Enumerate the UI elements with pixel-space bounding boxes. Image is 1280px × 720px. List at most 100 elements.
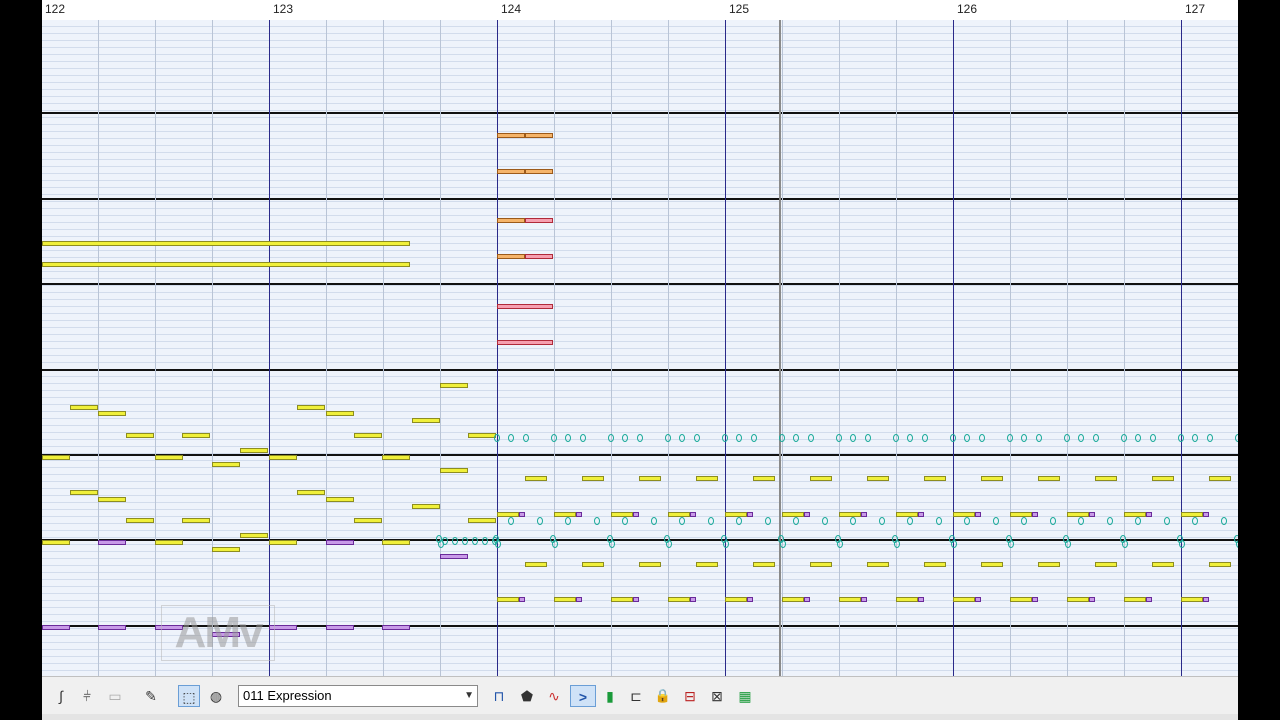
note-block[interactable] bbox=[975, 512, 981, 517]
note-block[interactable] bbox=[240, 533, 268, 538]
note-block[interactable] bbox=[611, 512, 633, 517]
note-block[interactable] bbox=[839, 597, 861, 602]
note-block[interactable] bbox=[918, 512, 924, 517]
expression-event[interactable] bbox=[637, 434, 643, 442]
expression-event[interactable] bbox=[950, 434, 956, 442]
expression-event[interactable] bbox=[765, 517, 771, 525]
note-block[interactable] bbox=[1124, 512, 1146, 517]
note-block[interactable] bbox=[297, 405, 325, 410]
note-block[interactable] bbox=[896, 597, 918, 602]
expression-event[interactable] bbox=[452, 537, 458, 545]
note-block[interactable] bbox=[576, 597, 582, 602]
expression-event[interactable] bbox=[1192, 517, 1198, 525]
expression-event[interactable] bbox=[666, 540, 672, 548]
note-block[interactable] bbox=[382, 625, 410, 630]
expression-event[interactable] bbox=[907, 434, 913, 442]
expression-event[interactable] bbox=[462, 537, 468, 545]
note-block[interactable] bbox=[1124, 597, 1146, 602]
expression-event[interactable] bbox=[780, 540, 786, 548]
note-block[interactable] bbox=[782, 512, 804, 517]
note-block[interactable] bbox=[519, 512, 525, 517]
expression-event[interactable] bbox=[736, 434, 742, 442]
note-block[interactable] bbox=[810, 562, 832, 567]
note-block[interactable] bbox=[981, 562, 1003, 567]
expression-event[interactable] bbox=[1179, 540, 1185, 548]
expression-event[interactable] bbox=[1150, 434, 1156, 442]
note-block[interactable] bbox=[1032, 512, 1038, 517]
expression-event[interactable] bbox=[622, 434, 628, 442]
note-block[interactable] bbox=[326, 540, 354, 545]
expression-event[interactable] bbox=[608, 434, 614, 442]
expression-event[interactable] bbox=[551, 434, 557, 442]
expression-event[interactable] bbox=[850, 517, 856, 525]
expression-event[interactable] bbox=[993, 517, 999, 525]
note-block[interactable] bbox=[1095, 562, 1117, 567]
note-block[interactable] bbox=[1010, 512, 1032, 517]
expression-event[interactable] bbox=[1192, 434, 1198, 442]
note-block[interactable] bbox=[668, 512, 690, 517]
note-block[interactable] bbox=[690, 512, 696, 517]
note-block[interactable] bbox=[42, 262, 410, 267]
note-block[interactable] bbox=[867, 562, 889, 567]
expression-event[interactable] bbox=[1135, 434, 1141, 442]
note-block[interactable] bbox=[382, 455, 410, 460]
note-block[interactable] bbox=[382, 540, 410, 545]
note-grid[interactable] bbox=[42, 20, 1238, 676]
expression-event[interactable] bbox=[1107, 517, 1113, 525]
note-block[interactable] bbox=[668, 597, 690, 602]
note-block[interactable] bbox=[412, 418, 440, 423]
mixer-icon[interactable]: ▦ bbox=[734, 685, 756, 707]
expression-event[interactable] bbox=[907, 517, 913, 525]
note-block[interactable] bbox=[804, 512, 810, 517]
expression-event[interactable] bbox=[736, 517, 742, 525]
expression-event[interactable] bbox=[494, 434, 500, 442]
expression-event[interactable] bbox=[1093, 434, 1099, 442]
expression-event[interactable] bbox=[822, 517, 828, 525]
note-block[interactable] bbox=[1038, 562, 1060, 567]
expression-event[interactable] bbox=[492, 537, 498, 545]
note-block[interactable] bbox=[867, 476, 889, 481]
stamp-tool-icon[interactable]: ⬟ bbox=[516, 685, 538, 707]
note-block[interactable] bbox=[753, 562, 775, 567]
note-block[interactable] bbox=[326, 625, 354, 630]
note-block[interactable] bbox=[497, 169, 525, 174]
expression-event[interactable] bbox=[1036, 434, 1042, 442]
expression-event[interactable] bbox=[879, 517, 885, 525]
expression-event[interactable] bbox=[622, 517, 628, 525]
expression-event[interactable] bbox=[508, 434, 514, 442]
note-block[interactable] bbox=[1152, 476, 1174, 481]
note-block[interactable] bbox=[554, 597, 576, 602]
note-block[interactable] bbox=[155, 455, 183, 460]
expression-event[interactable] bbox=[964, 517, 970, 525]
note-block[interactable] bbox=[639, 562, 661, 567]
note-block[interactable] bbox=[525, 254, 553, 259]
note-block[interactable] bbox=[269, 455, 297, 460]
note-block[interactable] bbox=[98, 625, 126, 630]
note-block[interactable] bbox=[953, 512, 975, 517]
note-block[interactable] bbox=[782, 597, 804, 602]
expression-event[interactable] bbox=[1078, 517, 1084, 525]
smart-pencil-icon[interactable]: ✎ bbox=[140, 685, 162, 707]
note-block[interactable] bbox=[696, 562, 718, 567]
note-block[interactable] bbox=[42, 625, 70, 630]
note-block[interactable] bbox=[525, 169, 553, 174]
expression-event[interactable] bbox=[580, 434, 586, 442]
expression-event[interactable] bbox=[1121, 434, 1127, 442]
note-block[interactable] bbox=[1089, 597, 1095, 602]
note-block[interactable] bbox=[611, 597, 633, 602]
note-block[interactable] bbox=[212, 462, 240, 467]
expression-event[interactable] bbox=[808, 434, 814, 442]
expression-event[interactable] bbox=[694, 434, 700, 442]
note-block[interactable] bbox=[861, 512, 867, 517]
note-block[interactable] bbox=[1067, 512, 1089, 517]
note-block[interactable] bbox=[1095, 476, 1117, 481]
note-block[interactable] bbox=[1181, 512, 1203, 517]
expression-event[interactable] bbox=[1221, 517, 1227, 525]
expression-event[interactable] bbox=[609, 540, 615, 548]
note-block[interactable] bbox=[155, 540, 183, 545]
expression-event[interactable] bbox=[1235, 434, 1238, 442]
note-block[interactable] bbox=[468, 433, 496, 438]
expression-event[interactable] bbox=[482, 537, 488, 545]
note-block[interactable] bbox=[1032, 597, 1038, 602]
note-block[interactable] bbox=[981, 476, 1003, 481]
